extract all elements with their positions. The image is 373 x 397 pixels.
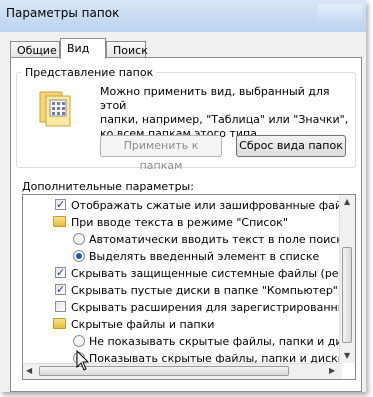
vertical-scrollbar[interactable]: ▲ ▼: [339, 195, 355, 363]
list-item-label: Отображать сжатые или зашифрованные файл…: [71, 199, 356, 212]
folder-view-title: Представление папок: [22, 66, 157, 79]
vertical-scroll-thumb[interactable]: [342, 247, 352, 343]
checkbox[interactable]: [55, 281, 66, 298]
tab-general[interactable]: Общие: [10, 41, 60, 58]
list-item-label: Скрытые файлы и папки: [71, 318, 215, 331]
tab-search[interactable]: Поиск: [106, 41, 148, 58]
tab-view[interactable]: Вид: [60, 38, 106, 59]
list-item-label: Скрывать пустые диски в папке "Компьютер…: [71, 284, 338, 297]
radio-button[interactable]: [73, 233, 85, 245]
checkbox[interactable]: [55, 264, 66, 281]
list-item-label: Автоматически вводить текст в поле поиск…: [89, 233, 350, 246]
checkbox[interactable]: [55, 196, 66, 213]
radio-button[interactable]: [73, 335, 85, 347]
scroll-left-icon[interactable]: ◀: [26, 366, 32, 375]
folder-icon: [53, 318, 66, 329]
mouse-cursor-icon: [76, 350, 90, 371]
folder-icon: [53, 216, 66, 227]
scroll-up-icon[interactable]: ▲: [344, 197, 350, 206]
folder-options-dialog: Параметры папок Общие Вид Поиск Представ…: [0, 0, 366, 392]
advanced-settings-label: Дополнительные параметры:: [22, 180, 194, 193]
list-item-label: Выделять введенный элемент в списке: [89, 250, 320, 263]
reset-folders-button[interactable]: Сброс вида папок: [236, 135, 346, 157]
window-title: Параметры папок: [6, 6, 120, 20]
description-line: Можно применить вид, выбранный для этой: [100, 85, 330, 112]
folder-view-description: Можно применить вид, выбранный для этой …: [100, 85, 350, 141]
scroll-down-icon[interactable]: ▼: [344, 351, 350, 360]
checkbox[interactable]: [55, 301, 66, 312]
horizontal-scrollbar[interactable]: ◀ ▶: [23, 363, 342, 379]
list-item-label: Не показывать скрытые файлы, папки и дис…: [89, 335, 356, 348]
description-line: папки, например, "Таблица" или "Значки",: [100, 113, 349, 126]
list-item-label: Скрывать защищенные системные файлы (рек…: [71, 267, 356, 280]
advanced-settings-list[interactable]: Отображать сжатые или зашифрованные файл…: [22, 194, 356, 380]
list-item-label: Скрывать расширения для зарегистрированн…: [71, 301, 356, 314]
folder-view-icon: [39, 91, 71, 127]
list-item-label: При вводе текста в режиме "Список": [71, 216, 288, 229]
title-bar: Параметры папок: [0, 0, 366, 32]
scroll-right-icon[interactable]: ▶: [329, 366, 335, 375]
apply-to-folders-button[interactable]: Применить к папкам: [100, 135, 222, 172]
window-controls[interactable]: [318, 4, 362, 22]
radio-button[interactable]: [73, 250, 85, 262]
